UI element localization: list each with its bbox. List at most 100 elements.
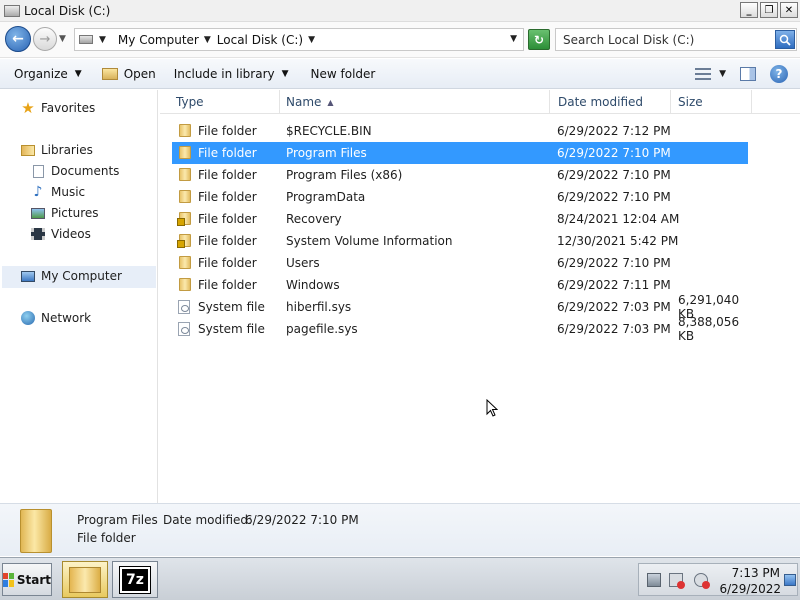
include-in-library-label: Include in library <box>173 66 275 81</box>
file-row[interactable]: System file hiberfil.sys 6/29/2022 7:03 PM… <box>172 293 748 321</box>
locked-folder-icon <box>177 234 192 248</box>
recent-pages-dropdown[interactable]: ▼ <box>59 34 66 44</box>
file-date-modified: 8/24/2021 12:04 AM <box>557 212 680 226</box>
address-history-dropdown[interactable]: ▼ <box>510 34 517 44</box>
folder-open-icon <box>101 67 118 80</box>
file-row[interactable]: File folder ProgramData 6/29/2022 7:10 PM <box>172 186 748 208</box>
nav-item-videos[interactable]: Videos <box>30 227 91 241</box>
file-date-modified: 6/29/2022 7:10 PM <box>557 256 671 270</box>
open-button[interactable]: Open <box>101 66 156 81</box>
details-type: File folder <box>77 531 136 545</box>
breadcrumb-caret-root[interactable]: ▼ <box>99 35 112 45</box>
windows-logo-icon <box>3 572 14 587</box>
nav-label: Favorites <box>41 101 96 115</box>
restore-button[interactable]: ❐ <box>760 2 778 18</box>
sort-ascending-icon: ▲ <box>327 97 334 107</box>
refresh-icon: ↻ <box>533 32 545 47</box>
column-label: Type <box>176 95 204 109</box>
nav-label: Network <box>41 311 92 325</box>
taskbar-7zip-button[interactable]: 7z <box>112 561 158 598</box>
folder-icon <box>178 168 192 182</box>
view-controls: ▼ ? <box>695 65 788 83</box>
file-name: pagefile.sys <box>286 322 358 336</box>
refresh-button[interactable]: ↻ <box>528 29 550 50</box>
nav-item-favorites[interactable]: ★ Favorites <box>20 99 96 117</box>
close-button[interactable]: ✕ <box>780 2 798 18</box>
search-box[interactable] <box>555 28 797 51</box>
details-pane: Program Files Date modified: 6/29/2022 7… <box>0 503 800 556</box>
clock-time[interactable]: 7:13 PM <box>724 566 780 580</box>
taskbar-explorer-button[interactable] <box>62 561 108 598</box>
help-icon[interactable]: ? <box>770 65 788 83</box>
file-row[interactable]: File folder Users 6/29/2022 7:10 PM <box>172 252 748 274</box>
forward-button[interactable]: → <box>33 27 57 51</box>
nav-item-my-computer[interactable]: My Computer <box>20 269 122 283</box>
volume-icon[interactable] <box>694 573 710 589</box>
back-button[interactable]: ← <box>5 26 31 52</box>
folder-icon <box>178 190 192 204</box>
column-label: Date modified <box>558 95 644 109</box>
column-header-date-modified[interactable]: Date modified <box>550 90 671 114</box>
error-icon <box>702 581 710 589</box>
file-row[interactable]: File folder Program Files 6/29/2022 7:10 P… <box>172 142 748 164</box>
column-header-type[interactable]: Type <box>168 90 280 114</box>
new-folder-button[interactable]: New folder <box>311 67 376 81</box>
address-bar[interactable]: ▼ My Computer ▼ Local Disk (C:) ▼ ▼ <box>74 28 524 51</box>
column-headers: Type Name ▲ Date modified Size <box>160 90 800 114</box>
preview-pane-icon[interactable] <box>740 67 756 81</box>
file-row[interactable]: File folder Recovery 8/24/2021 12:04 AM <box>172 208 748 230</box>
change-view-button[interactable]: ▼ <box>695 68 726 80</box>
arrow-left-icon: ← <box>12 31 24 47</box>
drive-icon <box>79 35 93 44</box>
nav-item-music[interactable]: ♪ Music <box>30 184 86 200</box>
file-row[interactable]: File folder $RECYCLE.BIN 6/29/2022 7:12 PM <box>172 120 748 142</box>
nav-label: My Computer <box>41 269 122 283</box>
details-modified-label: Date modified: <box>163 513 253 527</box>
minimize-button[interactable]: _ <box>740 2 758 18</box>
include-in-library-menu[interactable]: Include in library ▼ <box>174 67 289 81</box>
chevron-down-icon: ▼ <box>719 69 726 79</box>
file-type: File folder <box>198 168 257 182</box>
locked-folder-icon <box>177 212 192 226</box>
open-label: Open <box>123 66 156 81</box>
chevron-down-icon[interactable]: ▼ <box>204 35 211 45</box>
search-icon[interactable] <box>775 30 795 49</box>
column-header-name[interactable]: Name ▲ <box>278 90 550 114</box>
file-date-modified: 6/29/2022 7:03 PM <box>557 322 671 336</box>
nav-item-pictures[interactable]: Pictures <box>30 206 99 220</box>
clock-date[interactable]: 6/29/2022 <box>719 582 781 596</box>
breadcrumb-my-computer[interactable]: My Computer ▼ <box>118 33 211 47</box>
show-desktop-icon[interactable] <box>784 574 796 586</box>
network-icon <box>20 311 36 325</box>
file-row[interactable]: File folder Program Files (x86) 6/29/2022 … <box>172 164 748 186</box>
file-name: hiberfil.sys <box>286 300 352 314</box>
chevron-down-icon[interactable]: ▼ <box>308 35 315 45</box>
videos-icon <box>30 227 46 241</box>
start-button[interactable]: Start <box>2 563 52 596</box>
file-row[interactable]: System file pagefile.sys 6/29/2022 7:03 PM… <box>172 315 748 343</box>
breadcrumb-label: Local Disk (C:) <box>216 32 304 47</box>
file-name: Program Files <box>286 146 367 160</box>
organize-menu[interactable]: Organize ▼ <box>14 67 82 81</box>
file-type: File folder <box>198 278 257 292</box>
action-center-icon[interactable] <box>647 573 661 587</box>
file-row[interactable]: File folder System Volume Information 12/3… <box>172 230 748 252</box>
column-header-size[interactable]: Size <box>670 90 752 114</box>
nav-label: Music <box>51 185 86 199</box>
system-file-icon <box>178 300 192 314</box>
nav-item-documents[interactable]: Documents <box>30 164 119 178</box>
address-row: ← → ▼ ▼ My Computer ▼ Local Disk (C:) ▼ … <box>0 22 800 58</box>
navigation-pane: ★ Favorites Libraries Documents ♪ Music … <box>0 90 158 503</box>
search-input[interactable] <box>556 32 771 47</box>
file-row[interactable]: File folder Windows 6/29/2022 7:11 PM <box>172 274 748 296</box>
breadcrumb-local-disk[interactable]: Local Disk (C:) ▼ <box>217 33 315 47</box>
nav-item-libraries[interactable]: Libraries <box>20 143 93 157</box>
folder-icon <box>20 509 52 553</box>
error-icon <box>677 581 685 589</box>
file-type: File folder <box>198 234 257 248</box>
command-bar: Organize ▼ Open Include in library ▼ New… <box>0 59 800 89</box>
nav-item-network[interactable]: Network <box>20 311 91 325</box>
file-type: File folder <box>198 146 257 160</box>
file-name: System Volume Information <box>286 234 453 248</box>
network-status-icon[interactable] <box>669 573 685 589</box>
